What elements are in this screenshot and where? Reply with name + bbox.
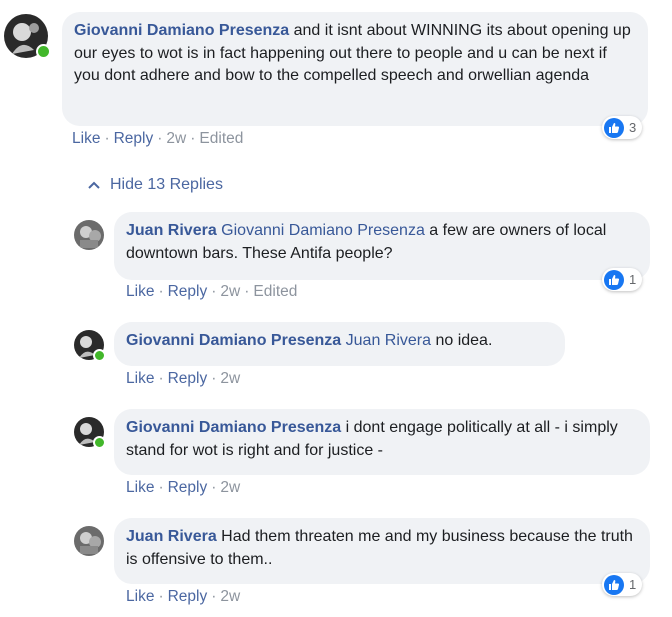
thumbs-up-icon: [604, 117, 624, 138]
reply-bubble: Juan Rivera Giovanni Damiano Presenza a …: [114, 212, 650, 280]
separator: ·: [158, 283, 164, 300]
reaction-count-text: 1: [629, 577, 637, 592]
thumbs-up-icon: [604, 574, 624, 595]
chevron-up-icon: [88, 176, 100, 194]
comment-author[interactable]: Giovanni Damiano Presenza: [74, 22, 289, 39]
comment-actions: Like · Reply · 2w · Edited: [72, 130, 243, 148]
timestamp[interactable]: 2w: [220, 588, 240, 605]
reaction-count-text: 1: [629, 272, 637, 287]
online-status-dot: [36, 44, 51, 59]
reply-author[interactable]: Giovanni Damiano Presenza: [126, 332, 341, 349]
avatar[interactable]: [74, 220, 104, 250]
separator: ·: [244, 283, 250, 300]
reply-author[interactable]: Giovanni Damiano Presenza: [126, 419, 341, 436]
like-link[interactable]: Like: [126, 283, 154, 300]
like-link[interactable]: Like: [126, 370, 154, 387]
edited-label[interactable]: Edited: [199, 130, 243, 147]
reply-link[interactable]: Reply: [114, 130, 154, 147]
separator: ·: [157, 130, 163, 147]
reply-bubble: Juan Rivera Had them threaten me and my …: [114, 518, 650, 584]
timestamp[interactable]: 2w: [220, 283, 240, 300]
timestamp[interactable]: 2w: [220, 479, 240, 496]
reply-link[interactable]: Reply: [168, 283, 208, 300]
separator: ·: [211, 479, 217, 496]
reply-actions: Like · Reply · 2w · Edited: [126, 283, 297, 301]
like-link[interactable]: Like: [126, 479, 154, 496]
hide-replies-button[interactable]: Hide 13 Replies: [88, 176, 223, 194]
comment-bubble: Giovanni Damiano Presenza and it isnt ab…: [62, 12, 648, 126]
reaction-count[interactable]: 1: [602, 573, 643, 596]
hide-replies-label: Hide 13 Replies: [110, 176, 223, 193]
like-link[interactable]: Like: [72, 130, 100, 147]
separator: ·: [158, 588, 164, 605]
reaction-count-text: 3: [629, 120, 637, 135]
online-status-dot: [93, 349, 106, 362]
mention-link[interactable]: Giovanni Damiano Presenza: [221, 222, 425, 239]
separator: ·: [158, 479, 164, 496]
reply-bubble: Giovanni Damiano Presenza i dont engage …: [114, 409, 650, 475]
separator: ·: [104, 130, 110, 147]
edited-label[interactable]: Edited: [253, 283, 297, 300]
reaction-count[interactable]: 3: [602, 116, 643, 139]
avatar[interactable]: [74, 526, 104, 556]
separator: ·: [211, 588, 217, 605]
reply-link[interactable]: Reply: [168, 370, 208, 387]
profile-photo: [74, 526, 104, 556]
reaction-count[interactable]: 1: [602, 268, 643, 291]
reply-author[interactable]: Juan Rivera: [126, 528, 217, 545]
reply-actions: Like · Reply · 2w: [126, 588, 240, 606]
reply-link[interactable]: Reply: [168, 588, 208, 605]
separator: ·: [190, 130, 196, 147]
like-link[interactable]: Like: [126, 588, 154, 605]
reply-text: no idea.: [431, 332, 493, 349]
separator: ·: [211, 370, 217, 387]
reply-bubble: Giovanni Damiano Presenza Juan Rivera no…: [114, 322, 565, 366]
thumbs-up-icon: [604, 269, 624, 290]
reply-link[interactable]: Reply: [168, 479, 208, 496]
separator: ·: [211, 283, 217, 300]
profile-photo: [74, 220, 104, 250]
separator: ·: [158, 370, 164, 387]
reply-actions: Like · Reply · 2w: [126, 370, 240, 388]
online-status-dot: [93, 436, 106, 449]
reply-actions: Like · Reply · 2w: [126, 479, 240, 497]
mention-link[interactable]: Juan Rivera: [346, 332, 431, 349]
timestamp[interactable]: 2w: [220, 370, 240, 387]
reply-author[interactable]: Juan Rivera: [126, 222, 217, 239]
timestamp[interactable]: 2w: [166, 130, 186, 147]
